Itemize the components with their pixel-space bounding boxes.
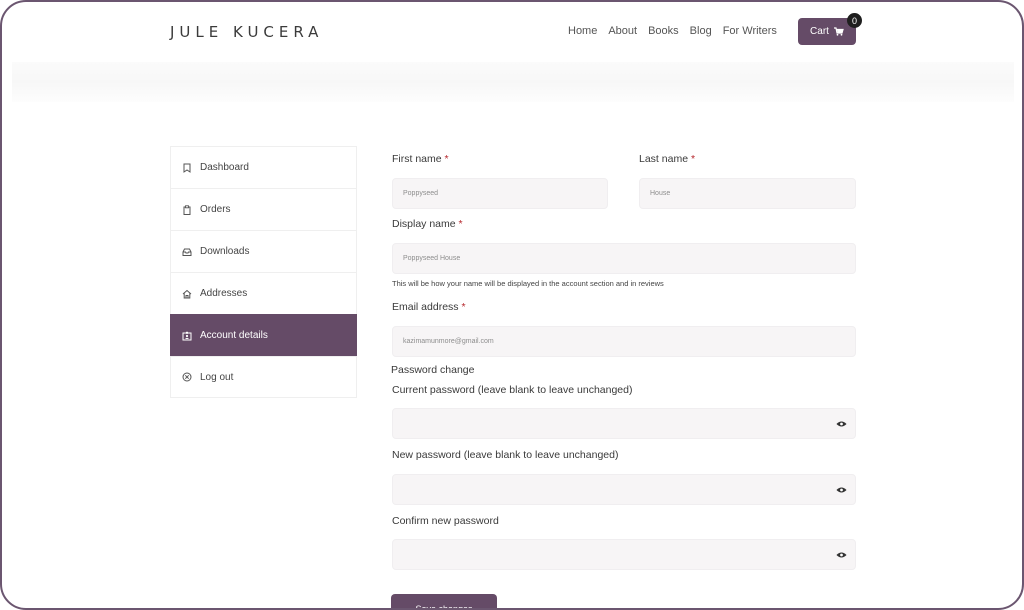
- sidebar-item-label: Account details: [200, 330, 268, 341]
- bookmark-icon: [183, 163, 191, 173]
- nav-about[interactable]: About: [608, 25, 637, 37]
- sidebar-item-log-out[interactable]: Log out: [170, 356, 357, 398]
- account-sidebar: Dashboard Orders Downloads Addresses Acc…: [170, 146, 357, 398]
- page-banner: [12, 62, 1014, 102]
- password-change-heading: Password change: [391, 364, 475, 376]
- nav-for-writers[interactable]: For Writers: [723, 25, 777, 37]
- close-circle-icon: [182, 372, 192, 382]
- sidebar-item-addresses[interactable]: Addresses: [170, 272, 357, 314]
- inbox-icon: [182, 248, 192, 256]
- display-name-hint: This will be how your name will be displ…: [392, 279, 664, 288]
- first-name-field[interactable]: Poppyseed: [392, 178, 608, 209]
- eye-icon[interactable]: [836, 419, 847, 429]
- sidebar-item-downloads[interactable]: Downloads: [170, 230, 357, 272]
- display-name-label: Display name *: [392, 218, 463, 230]
- confirm-password-field[interactable]: [392, 539, 856, 570]
- required-marker: *: [444, 153, 449, 165]
- cart-count-badge: 0: [847, 13, 862, 28]
- main-nav: Home About Books Blog For Writers: [568, 25, 777, 37]
- display-name-field[interactable]: Poppyseed House: [392, 243, 856, 274]
- first-name-label: First name *: [392, 153, 449, 165]
- required-marker: *: [458, 218, 463, 230]
- sidebar-item-label: Log out: [200, 371, 234, 383]
- last-name-label: Last name *: [639, 153, 696, 165]
- sidebar-item-dashboard[interactable]: Dashboard: [170, 146, 357, 188]
- confirm-password-label: Confirm new password: [392, 515, 499, 527]
- sidebar-item-label: Dashboard: [200, 162, 249, 173]
- current-password-label: Current password (leave blank to leave u…: [392, 384, 633, 396]
- nav-blog[interactable]: Blog: [690, 25, 712, 37]
- eye-icon[interactable]: [836, 485, 847, 495]
- site-header: JULE KUCERA Home About Books Blog For Wr…: [2, 2, 1022, 62]
- cart-icon: [833, 27, 844, 36]
- sidebar-item-orders[interactable]: Orders: [170, 188, 357, 230]
- email-field[interactable]: kazimamunmore@gmail.com: [392, 326, 856, 357]
- sidebar-item-label: Addresses: [200, 288, 248, 299]
- email-label: Email address *: [392, 301, 466, 313]
- nav-books[interactable]: Books: [648, 25, 679, 37]
- eye-icon[interactable]: [836, 550, 847, 560]
- current-password-field[interactable]: [392, 408, 856, 439]
- nav-home[interactable]: Home: [568, 25, 597, 37]
- site-logo[interactable]: JULE KUCERA: [170, 23, 323, 41]
- clipboard-icon: [183, 204, 191, 215]
- sidebar-item-label: Orders: [200, 204, 231, 215]
- required-marker: *: [690, 153, 696, 165]
- home-icon: [182, 289, 192, 298]
- new-password-field[interactable]: [392, 474, 856, 505]
- browser-frame: JULE KUCERA Home About Books Blog For Wr…: [0, 0, 1024, 610]
- new-password-label: New password (leave blank to leave uncha…: [392, 449, 619, 461]
- last-name-field[interactable]: House: [639, 178, 856, 209]
- required-marker: *: [461, 301, 466, 313]
- id-card-icon: [182, 331, 192, 340]
- cart-label: Cart: [810, 26, 829, 37]
- sidebar-item-label: Downloads: [200, 246, 250, 257]
- sidebar-item-account-details[interactable]: Account details: [170, 314, 357, 356]
- save-changes-button[interactable]: Save changes: [391, 594, 497, 608]
